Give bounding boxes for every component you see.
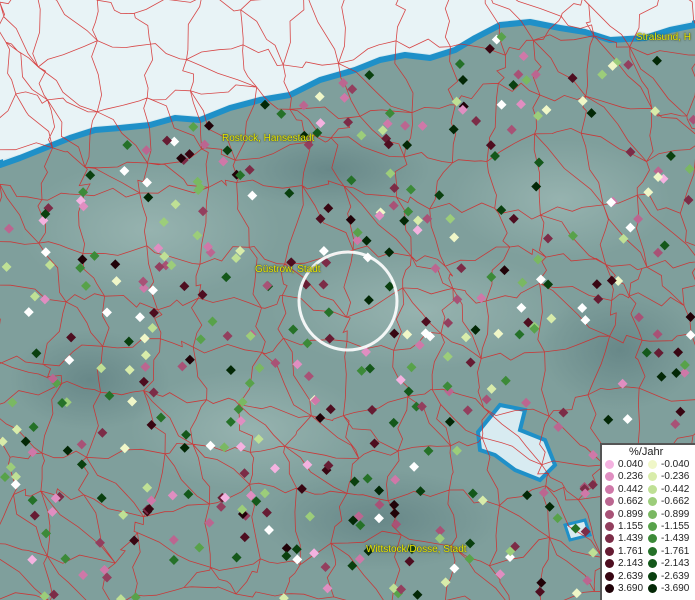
legend-swatch [605,559,614,569]
legend-label: 2.143 [618,558,644,570]
legend-label: -0.040 [661,459,690,470]
legend-swatch [605,497,614,507]
legend-label: -1.761 [661,545,690,557]
legend-swatch [605,509,614,519]
city-label-rostock: Rostock, Hansestadt [222,133,315,144]
legend-swatch [648,571,657,581]
legend-swatch [605,584,614,593]
legend-swatch [648,484,657,494]
legend-swatch [648,472,657,482]
legend-label: 0.040 [618,459,644,470]
legend-label: -0.662 [661,496,690,508]
legend-title: %/Jahr [629,446,664,458]
legend-swatch [605,571,614,581]
legend-label: -2.143 [661,558,690,570]
legend-swatch [605,460,614,469]
legend-label: -0.236 [661,471,690,483]
legend-label: -3.690 [661,583,690,594]
legend-swatch [648,534,657,544]
legend-label: 1.439 [618,533,644,545]
legend-swatch [648,497,657,507]
legend-label: 0.899 [618,508,644,520]
legend-label: -0.899 [661,508,690,520]
legend-label: -0.442 [661,483,690,495]
legend-swatch [605,484,614,494]
legend-swatch [605,534,614,544]
legend-label: 0.442 [618,483,644,495]
legend-label: 0.236 [618,471,644,483]
legend-label: -1.439 [661,533,690,545]
legend-swatch [605,472,614,482]
legend-label: 3.690 [618,583,644,594]
legend-swatch [648,584,657,593]
legend-swatch [648,509,657,519]
legend-label: -1.155 [661,521,690,532]
legend-swatch [605,546,614,556]
map-view[interactable]: Rostock, Hansestadt Stralsund, H Güstrow… [0,0,695,600]
legend-swatch [648,522,657,531]
legend-swatch [605,522,614,531]
legend-label: -2.639 [661,570,690,582]
legend-label: 1.761 [618,545,644,557]
city-label-wittstock: Wittstock/Dosse, Stadt [366,544,467,555]
city-label-guestrow: Güstrow, Stadt [255,264,321,275]
city-label-stralsund: Stralsund, H [636,32,692,43]
legend-swatch [648,546,657,556]
legend-label: 1.155 [618,521,644,532]
map-canvas[interactable] [0,0,695,600]
legend-label: 0.662 [618,496,644,508]
legend-panel: %/Jahr 0.040 0.236 0.442 0.662 0.899 1.155 1.4… [600,443,695,600]
legend-swatch [648,559,657,569]
legend-label: 2.639 [618,570,644,582]
legend-swatch [648,460,657,469]
